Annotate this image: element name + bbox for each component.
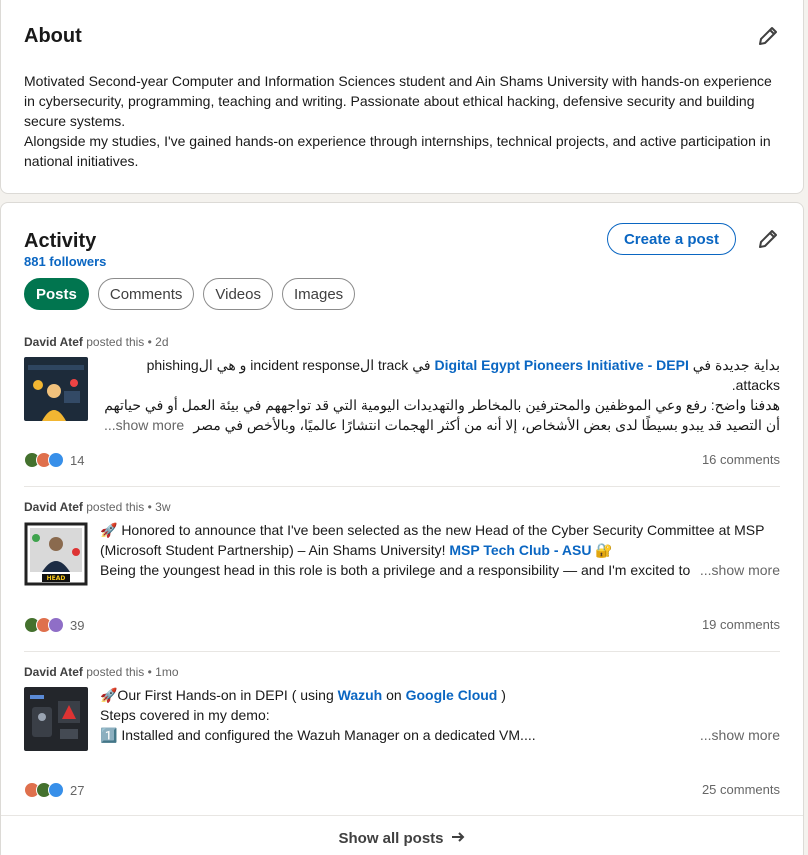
show-all-posts-label: Show all posts	[338, 830, 444, 847]
tab-comments[interactable]: Comments	[97, 278, 195, 310]
post-text-line: هدفنا واضح: رفع وعي الموظفين والمحترفين …	[104, 397, 780, 413]
about-paragraph-2: Alongside my studies, I've gained hands-…	[24, 133, 771, 169]
post-text-line: 1️⃣ Installed and configured the Wazuh M…	[100, 727, 536, 743]
mention-link[interactable]: Digital Egypt Pioneers Initiative - DEPI	[434, 357, 688, 373]
post-thumbnail[interactable]	[24, 357, 88, 421]
show-more-link[interactable]: ...show more	[695, 725, 780, 745]
post-text-part: 🚀Our First Hands-on in DEPI ( using	[100, 687, 338, 703]
post-author[interactable]: David Atef	[24, 665, 83, 679]
reactions[interactable]: 14	[24, 452, 84, 468]
post-text: بداية جديدة في Digital Egypt Pioneers In…	[100, 355, 780, 435]
reaction-count: 27	[70, 782, 85, 798]
post-meta: David Atef posted this • 3w	[24, 500, 780, 516]
reaction-count: 39	[70, 617, 85, 633]
tab-videos[interactable]: Videos	[203, 278, 273, 310]
about-paragraph-1: Motivated Second-year Computer and Infor…	[24, 73, 772, 129]
post-text-line: أن التصيد قد يبدو بسيطًا لدى بعض الأشخاص…	[193, 417, 780, 433]
post-text-part: )	[497, 687, 506, 703]
reactions[interactable]: 39	[24, 617, 84, 633]
insightful-icon	[48, 617, 64, 633]
activity-card: Activity 881 followers Create a post Pos…	[0, 202, 804, 855]
post-item[interactable]: David Atef posted this • 1mo 🚀Our First …	[24, 665, 780, 805]
post-text-part: (Microsoft Student Partnership) – Ain Sh…	[100, 542, 450, 558]
post-text-line: 🚀 Honored to announce that I've been sel…	[100, 522, 765, 538]
post-time: posted this • 3w	[86, 500, 171, 514]
divider	[24, 651, 780, 652]
edit-activity-pencil-icon[interactable]	[756, 227, 780, 251]
like-icon	[48, 452, 64, 468]
wazuh-link[interactable]: Wazuh	[338, 687, 383, 703]
like-icon	[48, 782, 64, 798]
post-time: posted this • 2d	[86, 335, 169, 349]
post-author[interactable]: David Atef	[24, 335, 83, 349]
show-more-link[interactable]: ...show more	[695, 560, 780, 580]
post-meta: David Atef posted this • 1mo	[24, 665, 780, 681]
reactions[interactable]: 27	[24, 782, 84, 798]
post-text-line: Being the youngest head in this role is …	[100, 562, 691, 578]
show-all-posts-button[interactable]: Show all posts	[1, 815, 803, 855]
show-more-link[interactable]: ...show more	[100, 415, 185, 435]
about-text: Motivated Second-year Computer and Infor…	[24, 71, 784, 171]
mention-link[interactable]: MSP Tech Club - ASU	[449, 542, 591, 558]
post-social-bar: 27 25 comments	[24, 780, 780, 800]
post-text-line: Steps covered in my demo:	[100, 707, 270, 723]
comments-count-link[interactable]: 25 comments	[702, 782, 780, 797]
post-text-part: بداية جديدة في	[688, 357, 780, 373]
post-item[interactable]: David Atef posted this • 3w HEAD 🚀 Honor…	[24, 500, 780, 640]
comments-count-link[interactable]: 19 comments	[702, 617, 780, 632]
post-thumbnail[interactable]	[24, 687, 88, 751]
post-text-part: 🔐	[591, 542, 613, 558]
reaction-count: 14	[70, 452, 85, 468]
post-author[interactable]: David Atef	[24, 500, 83, 514]
activity-tabs: Posts Comments Videos Images	[24, 278, 356, 310]
divider	[24, 486, 780, 487]
edit-about-pencil-icon[interactable]	[756, 24, 780, 48]
comments-count-link[interactable]: 16 comments	[702, 452, 780, 467]
followers-link[interactable]: 881 followers	[24, 254, 106, 269]
google-cloud-link[interactable]: Google Cloud	[406, 687, 498, 703]
create-post-button[interactable]: Create a post	[607, 223, 736, 255]
tab-images[interactable]: Images	[281, 278, 356, 310]
post-item[interactable]: David Atef posted this • 2d بداية جديدة …	[24, 335, 780, 475]
post-time: posted this • 1mo	[86, 665, 179, 679]
about-title: About	[24, 25, 82, 47]
post-text-part: on	[382, 687, 406, 703]
post-text: 🚀 Honored to announce that I've been sel…	[100, 520, 780, 580]
post-social-bar: 14 16 comments	[24, 450, 780, 470]
post-meta: David Atef posted this • 2d	[24, 335, 780, 351]
about-card: About Motivated Second-year Computer and…	[0, 0, 804, 194]
svg-text:HEAD: HEAD	[47, 575, 66, 582]
post-social-bar: 39 19 comments	[24, 615, 780, 635]
activity-title: Activity	[24, 230, 97, 252]
tab-posts[interactable]: Posts	[24, 278, 89, 310]
arrow-right-icon	[450, 829, 466, 849]
post-text: 🚀Our First Hands-on in DEPI ( using Wazu…	[100, 685, 780, 745]
post-thumbnail[interactable]: HEAD	[24, 522, 88, 586]
